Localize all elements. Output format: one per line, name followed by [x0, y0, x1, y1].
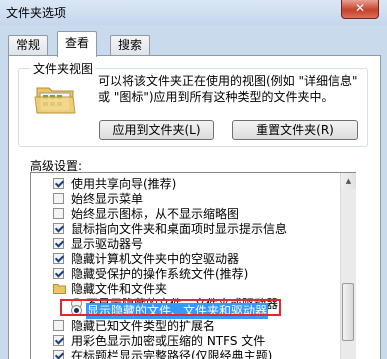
window-title: 文件夹选项	[6, 6, 67, 20]
checkbox[interactable]	[53, 193, 64, 204]
setting-label: 隐藏计算机文件夹中的空驱动器	[71, 252, 240, 266]
setting-label: 隐藏文件和文件夹	[71, 282, 168, 296]
checkbox[interactable]	[53, 178, 64, 189]
checkbox[interactable]	[53, 320, 64, 331]
tab-search[interactable]: 搜索	[110, 35, 151, 55]
tab-strip: 常规 查看 搜索	[8, 30, 380, 57]
scrollbar-thumb[interactable]	[342, 283, 354, 341]
checkbox[interactable]	[53, 350, 64, 359]
vertical-scrollbar[interactable]: ▲	[340, 173, 356, 359]
reset-folders-button[interactable]: 重置文件夹(R)	[232, 120, 358, 140]
title-bar: 文件夹选项 ✕	[0, 0, 387, 25]
setting-label: 始终显示菜单	[71, 192, 144, 206]
checkbox[interactable]	[53, 208, 64, 219]
checkbox[interactable]	[53, 335, 64, 346]
checkbox[interactable]	[53, 268, 64, 279]
setting-label: 隐藏受保护的操作系统文件(推荐)	[71, 267, 249, 281]
tab-general[interactable]: 常规	[8, 35, 49, 55]
apply-to-folders-button[interactable]: 应用到文件夹(L)	[99, 120, 214, 140]
folder-icon	[53, 284, 66, 294]
tab-view[interactable]: 查看	[57, 31, 98, 57]
checkbox[interactable]	[53, 223, 64, 234]
close-button[interactable]: ✕	[341, 0, 379, 19]
setting-label: 鼠标指向文件夹和桌面项时显示提示信息	[71, 222, 288, 236]
annotation-highlight-box	[60, 299, 281, 316]
setting-label: 在标题栏显示完整路径(仅限经典主题)	[71, 349, 273, 359]
folder-views-legend: 文件夹视图	[30, 60, 97, 77]
scroll-up-arrow-icon[interactable]: ▲	[341, 173, 356, 189]
checkbox[interactable]	[53, 253, 64, 264]
setting-label: 使用共享向导(推荐)	[71, 177, 177, 191]
setting-label: 始终显示图标，从不显示缩略图	[71, 207, 240, 221]
folder-views-icon	[34, 87, 76, 114]
setting-label: 显示驱动器号	[71, 237, 144, 251]
folder-views-description: 可以将该文件夹正在使用的视图(例如 "详细信息" 或 "图标")应用到所有这种类…	[98, 74, 358, 104]
advanced-settings-tree[interactable]: 使用共享向导(推荐) 始终显示菜单 始终显示图标，从不显示缩略图 鼠标指向文件夹…	[30, 172, 356, 359]
setting-label: 用彩色显示加密或压缩的 NTFS 文件	[71, 334, 266, 348]
checkbox[interactable]	[53, 238, 64, 249]
setting-label: 隐藏已知文件类型的扩展名	[71, 319, 216, 333]
